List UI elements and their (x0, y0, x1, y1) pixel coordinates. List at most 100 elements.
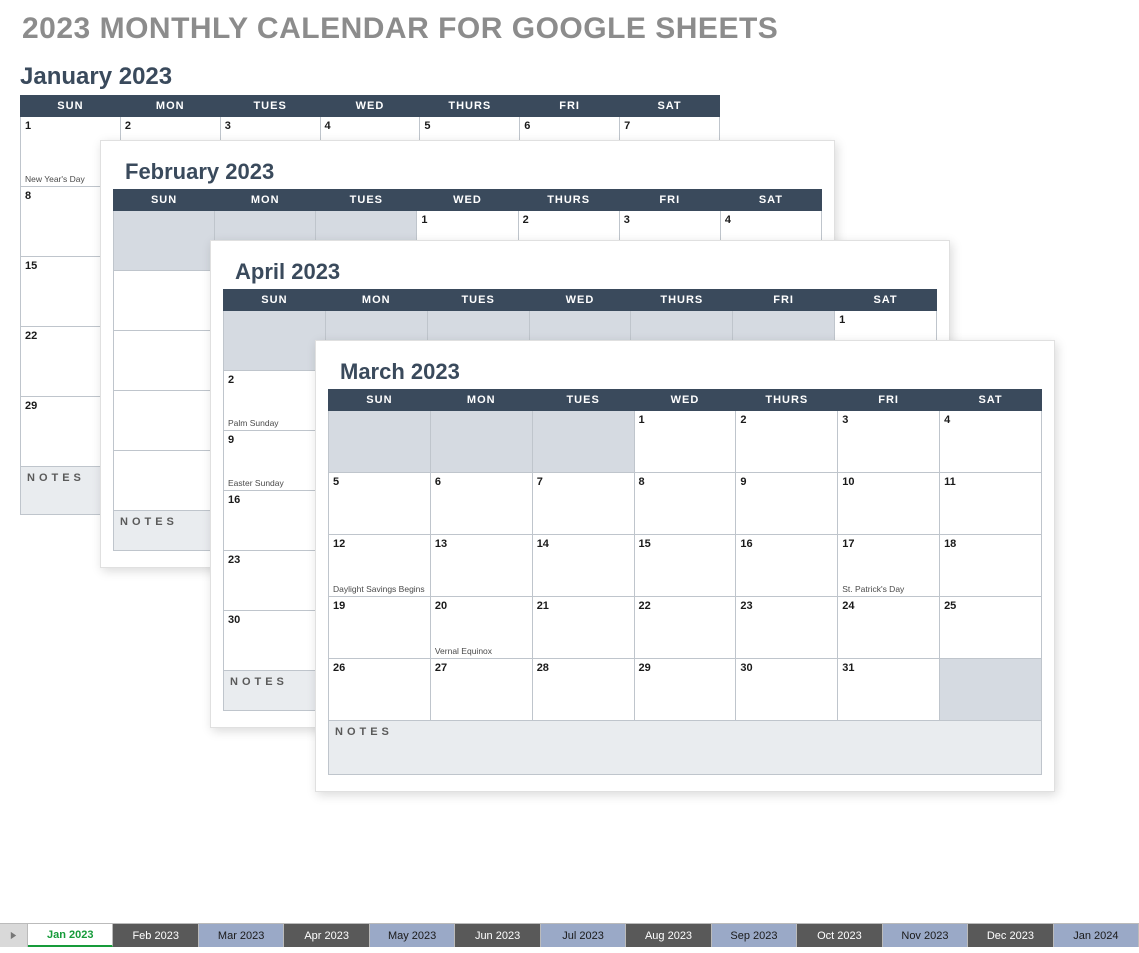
day-number: 15 (635, 535, 736, 550)
day-cell[interactable]: 31 (838, 659, 940, 721)
day-cell[interactable]: 19 (329, 597, 431, 659)
day-number: 16 (224, 491, 325, 506)
day-cell[interactable]: 28 (532, 659, 634, 721)
day-number: 23 (224, 551, 325, 566)
month-title: April 2023 (223, 251, 937, 289)
day-number: 7 (533, 473, 634, 488)
day-cell[interactable]: 14 (532, 535, 634, 597)
day-cell[interactable]: 16 (224, 491, 326, 551)
day-cell[interactable] (329, 411, 431, 473)
day-cell[interactable]: 13 (430, 535, 532, 597)
day-number: 2 (736, 411, 837, 426)
day-cell[interactable]: 6 (430, 473, 532, 535)
sheet-tab[interactable]: Nov 2023 (883, 924, 968, 947)
day-cell[interactable]: 23 (736, 597, 838, 659)
day-number: 23 (736, 597, 837, 612)
event-label: St. Patrick's Day (842, 585, 937, 594)
day-number: 25 (940, 597, 1041, 612)
day-cell[interactable] (114, 211, 215, 271)
day-cell[interactable]: 2 (736, 411, 838, 473)
day-cell[interactable]: 23 (224, 551, 326, 611)
day-cell[interactable]: 10 (838, 473, 940, 535)
day-cell[interactable] (114, 451, 215, 511)
day-cell[interactable]: 15 (634, 535, 736, 597)
sheet-tab[interactable]: Sep 2023 (712, 924, 797, 947)
weekday-header: SUNMONTUESWEDTHURSFRISAT (21, 96, 720, 117)
day-cell[interactable] (114, 331, 215, 391)
day-cell[interactable] (532, 411, 634, 473)
weekday-header: SUNMONTUESWEDTHURSFRISAT (224, 290, 937, 311)
day-cell[interactable]: 26 (329, 659, 431, 721)
day-cell[interactable] (430, 411, 532, 473)
event-label: Daylight Savings Begins (333, 585, 428, 594)
day-cell[interactable]: 24 (838, 597, 940, 659)
day-cell[interactable]: 12Daylight Savings Begins (329, 535, 431, 597)
day-cell[interactable]: 9Easter Sunday (224, 431, 326, 491)
weekday-label: MON (430, 390, 532, 411)
weekday-label: SUN (329, 390, 431, 411)
day-cell[interactable]: 22 (634, 597, 736, 659)
sheet-tab[interactable]: May 2023 (370, 924, 455, 947)
sheet-tab[interactable]: Aug 2023 (626, 924, 711, 947)
weekday-label: TUES (220, 96, 320, 117)
day-number: 10 (838, 473, 939, 488)
sheet-tab[interactable]: Feb 2023 (113, 924, 198, 947)
day-number: 1 (417, 211, 517, 226)
day-number: 19 (329, 597, 430, 612)
weekday-label: TUES (532, 390, 634, 411)
day-cell[interactable]: 4 (940, 411, 1042, 473)
day-cell[interactable]: 17St. Patrick's Day (838, 535, 940, 597)
day-cell[interactable]: 27 (430, 659, 532, 721)
weekday-label: THURS (420, 96, 520, 117)
day-cell[interactable]: 25 (940, 597, 1042, 659)
day-number: 1 (635, 411, 736, 426)
day-number: 2 (121, 117, 220, 132)
tab-scroll-button[interactable] (0, 924, 28, 947)
day-cell[interactable]: 21 (532, 597, 634, 659)
day-cell[interactable]: 20Vernal Equinox (430, 597, 532, 659)
day-cell[interactable]: 29 (634, 659, 736, 721)
day-cell[interactable]: 2Palm Sunday (224, 371, 326, 431)
sheet-tab[interactable]: Dec 2023 (968, 924, 1053, 947)
day-cell[interactable]: 18 (940, 535, 1042, 597)
day-number: 13 (431, 535, 532, 550)
weekday-label: THURS (631, 290, 733, 311)
day-cell[interactable]: 3 (838, 411, 940, 473)
weekday-label: THURS (518, 190, 619, 211)
day-cell[interactable]: 5 (329, 473, 431, 535)
weekday-label: FRI (619, 190, 720, 211)
weekday-header: SUNMONTUESWEDTHURSFRISAT (329, 390, 1042, 411)
sheet-tab[interactable]: Jun 2023 (455, 924, 540, 947)
notes-section[interactable]: NOTES (329, 721, 1042, 775)
sheet-tab[interactable]: Apr 2023 (284, 924, 369, 947)
day-cell[interactable]: 8 (634, 473, 736, 535)
day-cell[interactable]: 1 (634, 411, 736, 473)
day-cell[interactable] (114, 391, 215, 451)
day-number: 30 (224, 611, 325, 626)
sheet-tab[interactable]: Mar 2023 (199, 924, 284, 947)
day-cell[interactable]: 30 (224, 611, 326, 671)
day-cell[interactable] (940, 659, 1042, 721)
day-cell[interactable] (114, 271, 215, 331)
sheet-tab[interactable]: Oct 2023 (797, 924, 882, 947)
day-number: 3 (221, 117, 320, 132)
day-cell[interactable]: 7 (532, 473, 634, 535)
weekday-label: FRI (838, 390, 940, 411)
day-number: 31 (838, 659, 939, 674)
day-number: 27 (431, 659, 532, 674)
day-cell[interactable]: 16 (736, 535, 838, 597)
sheet-tab[interactable]: Jan 2023 (28, 924, 113, 947)
weekday-label: MON (215, 190, 316, 211)
day-cell[interactable]: 9 (736, 473, 838, 535)
sheet-tab[interactable]: Jan 2024 (1054, 924, 1139, 947)
day-number: 9 (736, 473, 837, 488)
day-number: 1 (835, 311, 936, 326)
day-cell[interactable] (224, 311, 326, 371)
day-cell[interactable]: 11 (940, 473, 1042, 535)
weekday-label: SAT (620, 96, 720, 117)
weekday-label: WED (417, 190, 518, 211)
page-title: 2023 MONTHLY CALENDAR FOR GOOGLE SHEETS (0, 0, 1139, 46)
day-number: 4 (940, 411, 1041, 426)
sheet-tab[interactable]: Jul 2023 (541, 924, 626, 947)
day-cell[interactable]: 30 (736, 659, 838, 721)
